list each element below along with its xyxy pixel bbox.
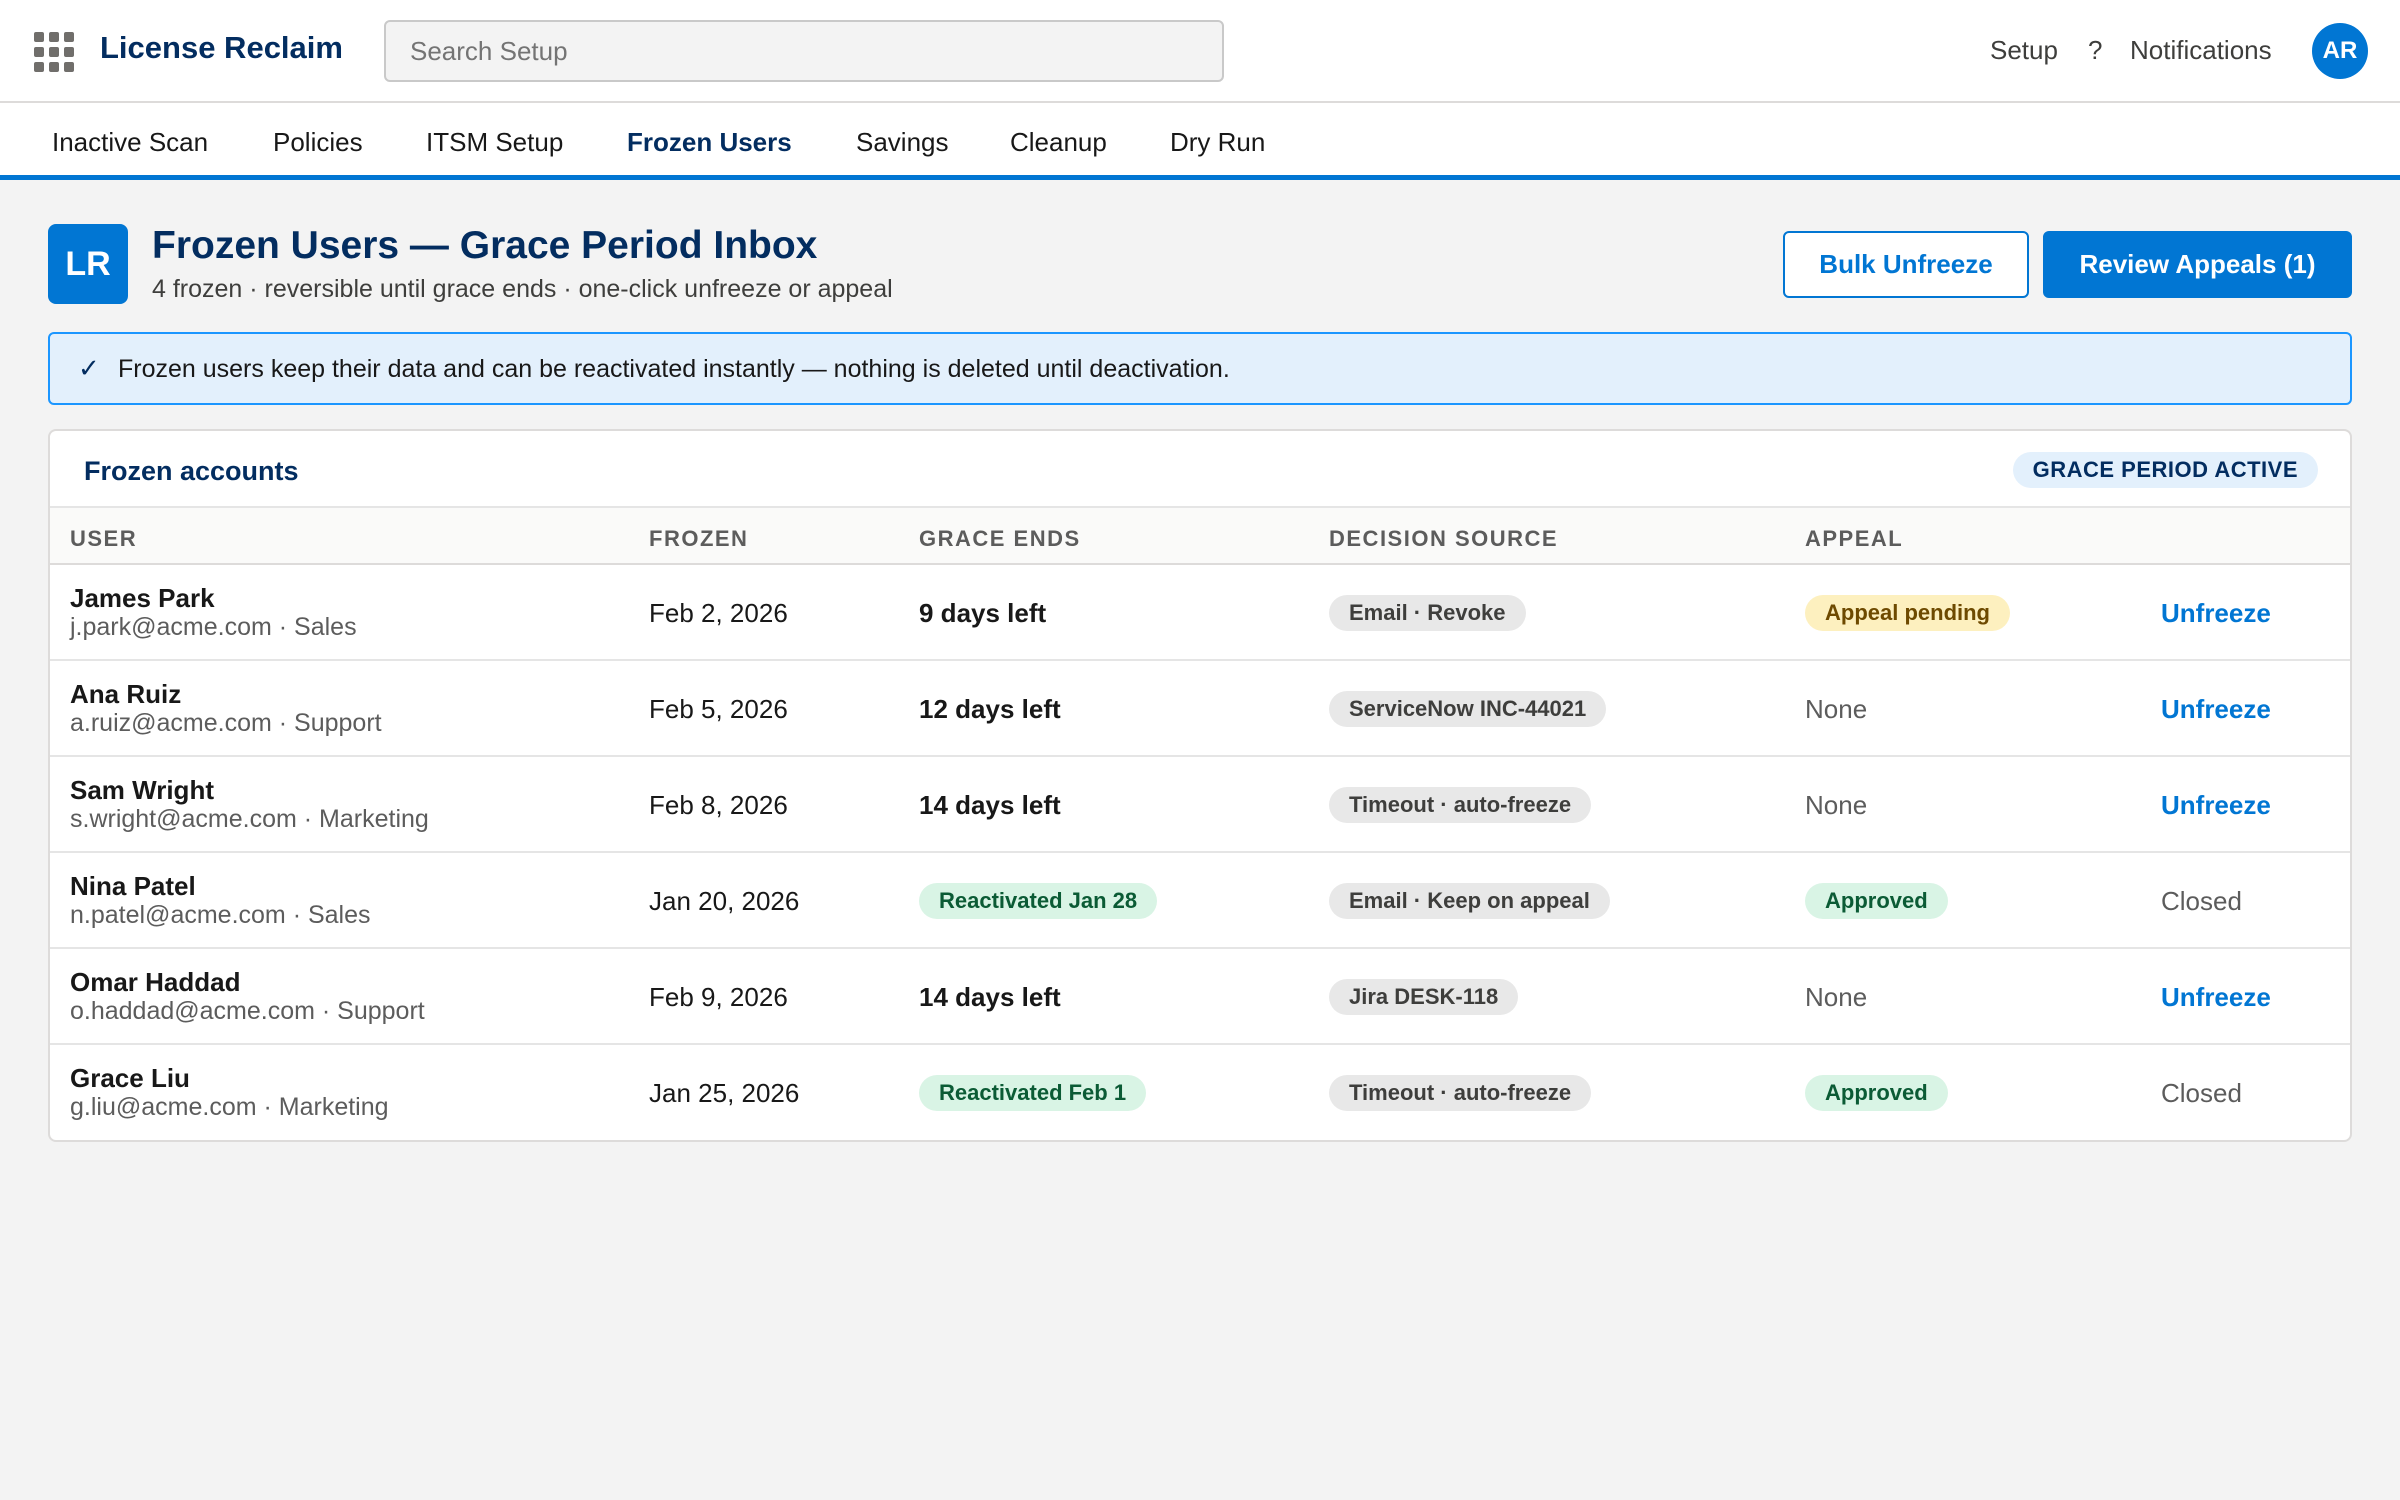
decision-source-badge: Jira DESK-118 [1329,979,1519,1015]
setup-link[interactable]: Setup [1990,35,2058,66]
table-row: Omar Haddad o.haddad@acme.com · Support Fe… [50,949,2350,1045]
decision-source-badge: Timeout · auto-freeze [1329,787,1592,823]
column-header-grace[interactable]: GRACE ENDS [919,526,1081,552]
card-title: Frozen accounts [84,456,299,486]
user-email-dept: a.ruiz@acme.com · Support [70,709,382,737]
reactivated-badge: Reactivated Feb 1 [919,1075,1147,1111]
notifications-link[interactable]: Notifications [2130,35,2272,66]
unfreeze-link[interactable]: Unfreeze [2161,790,2271,821]
unfreeze-link[interactable]: Unfreeze [2161,598,2271,629]
tab-savings[interactable]: Savings [856,127,949,158]
frozen-date: Feb 9, 2026 [649,982,788,1012]
column-header-appeal[interactable]: APPEAL [1805,526,1903,552]
table-row: Sam Wright s.wright@acme.com · Marketing F… [50,757,2350,853]
appeal-status-badge: Appeal pending [1805,595,2010,631]
decision-source-badge: Email · Revoke [1329,595,1526,631]
table-row: James Park j.park@acme.com · Sales Feb 2, … [50,565,2350,661]
decision-source-badge: Email · Keep on appeal [1329,883,1610,919]
frozen-date: Feb 5, 2026 [649,694,788,724]
page-subtitle: 4 frozen · reversible until grace ends ·… [152,275,893,303]
appeal-status: None [1805,694,1868,724]
table-header: USER FROZEN GRACE ENDS DECISION SOURCE A… [50,506,2350,565]
user-name: Sam Wright [70,775,214,805]
decision-source-badge: Timeout · auto-freeze [1329,1075,1592,1111]
user-email-dept: s.wright@acme.com · Marketing [70,805,429,833]
appeal-status-badge: Approved [1805,883,1948,919]
decision-source-badge: ServiceNow INC-44021 [1329,691,1607,727]
tab-policies[interactable]: Policies [273,127,363,158]
status-badge: GRACE PERIOD ACTIVE [2012,452,2318,488]
user-email-dept: n.patel@acme.com · Sales [70,901,371,929]
page-title: Frozen Users — Grace Period Inbox [152,224,818,267]
user-name: Ana Ruiz [70,679,182,709]
column-header-source[interactable]: DECISION SOURCE [1329,526,1558,552]
frozen-date: Jan 25, 2026 [649,1078,800,1108]
unfreeze-link[interactable]: Unfreeze [2161,694,2271,725]
appeal-status-badge: Approved [1805,1075,1948,1111]
banner-text: Frozen users keep their data and can be … [118,355,1230,383]
user-name: Omar Haddad [70,967,241,997]
closed-status: Closed [2161,1078,2242,1108]
table-row: Nina Patel n.patel@acme.com · Sales Jan 20… [50,853,2350,949]
tab-frozen-users[interactable]: Frozen Users [627,127,792,158]
page-icon: LR [48,224,128,304]
table-row: Grace Liu g.liu@acme.com · Marketing Jan 2… [50,1045,2350,1140]
info-banner: ✓ Frozen users keep their data and can b… [48,332,2352,405]
user-email-dept: o.haddad@acme.com · Support [70,997,425,1025]
tab-bar: Inactive Scan Policies ITSM Setup Frozen… [0,103,2400,180]
tab-cleanup[interactable]: Cleanup [1010,127,1107,158]
user-email-dept: g.liu@acme.com · Marketing [70,1093,389,1121]
tab-itsm-setup[interactable]: ITSM Setup [426,127,563,158]
grace-remaining: 12 days left [919,694,1061,724]
grace-remaining: 9 days left [919,598,1047,628]
check-icon: ✓ [78,353,100,383]
avatar[interactable]: AR [2312,23,2368,79]
help-icon[interactable]: ? [2088,35,2102,66]
tab-inactive-scan[interactable]: Inactive Scan [52,127,208,158]
user-name: James Park [70,583,215,613]
frozen-date: Jan 20, 2026 [649,886,800,916]
frozen-date: Feb 8, 2026 [649,790,788,820]
closed-status: Closed [2161,886,2242,916]
review-appeals-button[interactable]: Review Appeals (1) [2043,231,2352,298]
grace-remaining: 14 days left [919,982,1061,1012]
bulk-unfreeze-button[interactable]: Bulk Unfreeze [1783,231,2029,298]
app-launcher-icon[interactable] [34,32,74,72]
column-header-frozen[interactable]: FROZEN [649,526,748,552]
user-name: Nina Patel [70,871,196,901]
user-name: Grace Liu [70,1063,190,1093]
appeal-status: None [1805,790,1868,820]
unfreeze-link[interactable]: Unfreeze [2161,982,2271,1013]
reactivated-badge: Reactivated Jan 28 [919,883,1158,919]
frozen-accounts-card: Frozen accounts GRACE PERIOD ACTIVE USER… [48,429,2352,1142]
app-name: License Reclaim [100,30,343,65]
table-row: Ana Ruiz a.ruiz@acme.com · Support Feb 5, … [50,661,2350,757]
tab-dry-run[interactable]: Dry Run [1170,127,1265,158]
global-header: License Reclaim Setup ? Notifications AR [0,0,2400,103]
frozen-date: Feb 2, 2026 [649,598,788,628]
grace-remaining: 14 days left [919,790,1061,820]
search-input[interactable] [384,20,1224,82]
column-header-user[interactable]: USER [70,526,137,552]
appeal-status: None [1805,982,1868,1012]
user-email-dept: j.park@acme.com · Sales [70,613,357,641]
